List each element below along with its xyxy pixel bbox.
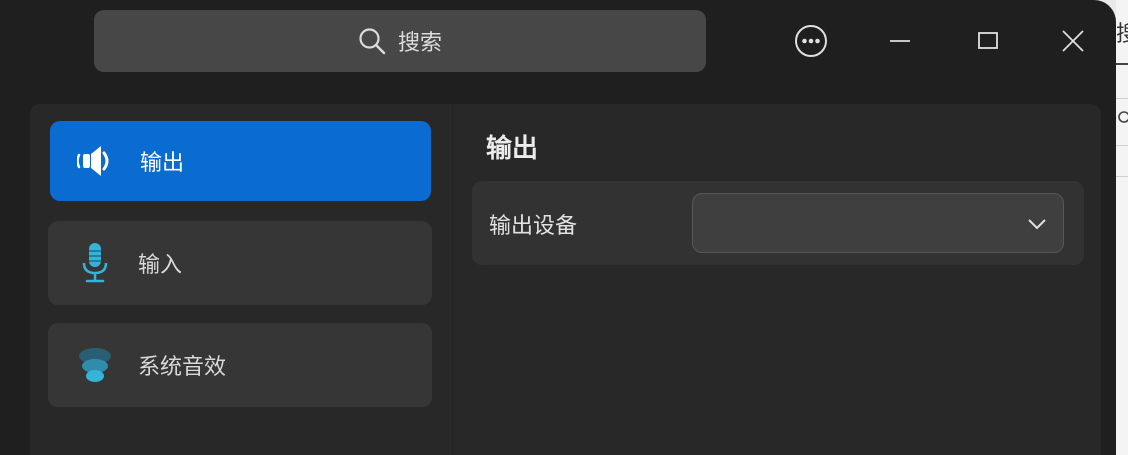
more-options-icon — [795, 25, 827, 57]
chevron-down-icon — [1028, 219, 1046, 230]
more-options-button[interactable] — [790, 20, 832, 62]
content-area: 输出 输入 系统音效 输出 输出设备 — [30, 104, 1101, 455]
sidebar-item-label: 输出 — [140, 151, 185, 176]
maximize-icon — [978, 32, 998, 49]
sidebar-item-label: 系统音效 — [138, 355, 227, 380]
sound-effects-icon — [72, 342, 118, 388]
speaker-icon — [74, 138, 120, 184]
background-window-edge: 搜 — [1116, 0, 1128, 455]
output-device-row: 输出设备 — [472, 181, 1084, 265]
sidebar-item-system-sounds[interactable]: 系统音效 — [48, 323, 432, 407]
sidebar-item-output[interactable]: 输出 — [50, 121, 431, 201]
background-text-fragment: 搜 — [1116, 22, 1128, 46]
search-icon — [359, 28, 386, 55]
output-device-label: 输出设备 — [489, 214, 578, 239]
search-box[interactable]: 搜索 — [94, 10, 706, 72]
search-placeholder: 搜索 — [397, 31, 442, 56]
minimize-button[interactable] — [879, 20, 921, 62]
output-device-select[interactable] — [692, 193, 1064, 253]
sound-settings-window: 搜索 输出 输入 系统音效 输出 输出设备 — [0, 0, 1116, 455]
sidebar-item-input[interactable]: 输入 — [48, 221, 432, 305]
maximize-button[interactable] — [967, 20, 1009, 62]
microphone-icon — [72, 240, 118, 286]
sidebar-item-label: 输入 — [138, 253, 183, 278]
close-icon — [1062, 30, 1084, 52]
page-title: 输出 — [486, 134, 539, 164]
close-button[interactable] — [1052, 20, 1094, 62]
minimize-icon — [890, 40, 910, 42]
pane-divider — [452, 104, 453, 455]
background-search-icon — [1118, 111, 1128, 123]
